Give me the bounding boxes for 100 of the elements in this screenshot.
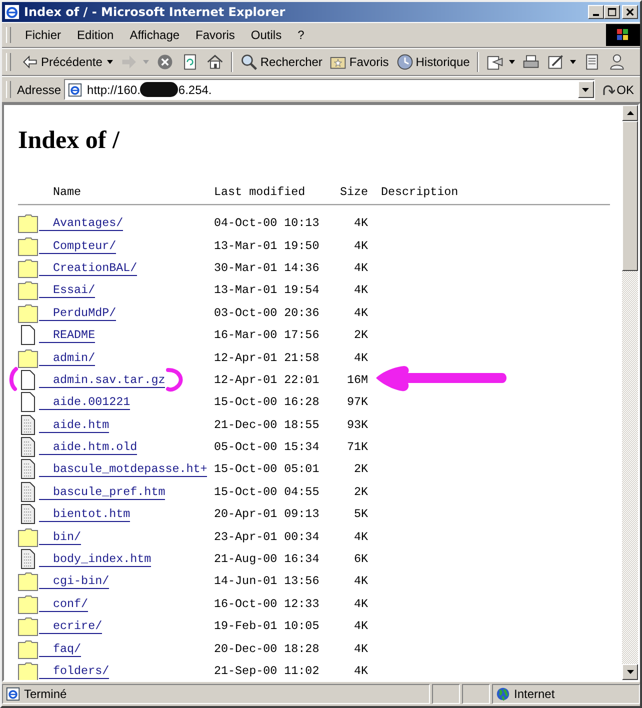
page-heading: Index of /: [18, 127, 121, 155]
file-link[interactable]: cgi-bin/: [39, 574, 110, 590]
modified-date: 03-Oct-00 20:36: [214, 306, 320, 320]
menu-item[interactable]: Fichier: [17, 28, 70, 42]
column-header: Name: [52, 185, 82, 199]
file-icon: [18, 370, 38, 390]
go-button[interactable]: OK: [594, 82, 640, 96]
file-link[interactable]: PerduMdP/: [39, 306, 116, 321]
file-size: 6K: [352, 552, 368, 566]
text-file-icon: [18, 549, 38, 570]
folder-icon: [18, 594, 38, 614]
file-size: 4K: [352, 619, 368, 634]
column-header: Description: [381, 185, 458, 199]
file-icon: [18, 325, 38, 346]
file-link[interactable]: Avantages/: [39, 216, 124, 232]
scroll-up-icon: [626, 111, 634, 115]
folder-icon: [18, 280, 38, 300]
file-link[interactable]: CreationBAL/: [39, 260, 138, 276]
edit-icon: [546, 53, 565, 71]
folder-icon: [18, 638, 38, 659]
file-size: 16M: [346, 372, 368, 387]
mail-icon: [486, 53, 504, 71]
modified-date: 21-Dec-00 18:55: [214, 418, 320, 432]
dropdown-button[interactable]: [578, 81, 594, 98]
file-size: 4K: [352, 530, 368, 544]
text-file-icon: [18, 482, 38, 502]
page-icon: [68, 82, 82, 96]
modified-date: 04-Oct-00 10:13: [214, 216, 320, 230]
modified-date: 20-Dec-00 18:28: [214, 642, 320, 656]
maximize-button[interactable]: [604, 5, 620, 19]
menu-item[interactable]: Favoris: [188, 28, 243, 42]
file-link[interactable]: aide.htm.old: [39, 440, 138, 456]
file-link[interactable]: Essai/: [39, 283, 96, 298]
file-link[interactable]: README: [39, 328, 96, 344]
file-size: 4K: [352, 574, 368, 588]
modified-date: 14-Jun-01 13:56: [214, 574, 320, 588]
browser-logo-icon: [4, 4, 20, 20]
file-link[interactable]: bascule_motdepasse.ht+: [39, 462, 208, 478]
caret-icon: [582, 88, 590, 92]
file-link[interactable]: aide.001221: [39, 395, 130, 410]
back-arrow-icon: [21, 53, 39, 71]
close-icon: [626, 8, 634, 16]
home-icon: [206, 53, 224, 71]
file-size: 4K: [352, 664, 368, 678]
modified-date: 12-Apr-01 22:01: [214, 372, 320, 387]
favorites-button[interactable]: Favoris: [326, 50, 392, 74]
file-link[interactable]: folders/: [39, 664, 110, 679]
file-link[interactable]: bascule_pref.htm: [39, 484, 166, 500]
file-size: 4K: [352, 350, 368, 365]
file-size: 4K: [352, 306, 368, 320]
menu-item[interactable]: Outils: [242, 28, 290, 42]
file-size: 4K: [352, 238, 368, 253]
caret-icon: [143, 60, 150, 64]
clock-icon: [396, 53, 414, 71]
menu-item[interactable]: ?: [290, 28, 312, 42]
folder-icon: [18, 348, 38, 368]
modified-date: 15-Oct-00 04:55: [214, 484, 320, 499]
address-label: Adresse: [17, 82, 62, 96]
file-size: 2K: [352, 328, 368, 342]
maximize-icon: [608, 8, 616, 16]
history-button[interactable]: Historique: [392, 50, 473, 74]
address-text: 6.254.: [178, 82, 212, 96]
folder-icon: [18, 302, 38, 323]
back-button[interactable]: Précédente: [18, 50, 116, 74]
folder-icon: [18, 236, 38, 256]
file-size: 4K: [352, 283, 368, 298]
close-button[interactable]: [622, 5, 638, 19]
file-size: 4K: [352, 596, 368, 611]
file-link[interactable]: Compteur/: [39, 238, 116, 254]
stop-icon: [156, 53, 174, 71]
search-button[interactable]: Rechercher: [237, 50, 326, 74]
file-icon: [18, 392, 38, 412]
address-field[interactable]: http://160. 6.254.: [64, 79, 595, 100]
file-link[interactable]: admin/: [39, 350, 96, 366]
file-link[interactable]: bin/: [39, 530, 82, 545]
file-size: 93K: [346, 418, 368, 432]
modified-date: 12-Apr-01 21:58: [214, 350, 320, 365]
menu-item[interactable]: Affichage: [122, 28, 188, 42]
file-size: 4K: [352, 642, 368, 656]
file-link[interactable]: bientot.htm: [39, 507, 130, 522]
file-link[interactable]: body_index.htm: [39, 552, 152, 568]
text-file-icon: [18, 414, 38, 435]
caret-icon: [107, 60, 114, 64]
vertical-scrollbar[interactable]: [622, 105, 638, 680]
file-link[interactable]: conf/: [39, 596, 88, 612]
file-link[interactable]: faq/: [39, 642, 82, 657]
modified-date: 16-Mar-00 17:56: [214, 328, 320, 342]
modified-date: 21-Sep-00 11:02: [214, 664, 320, 678]
menu-item[interactable]: Edition: [69, 28, 122, 42]
file-link[interactable]: aide.htm: [39, 418, 110, 433]
windows-logo-icon: [606, 24, 640, 46]
file-size: 5K: [352, 507, 368, 522]
minimize-button[interactable]: [588, 5, 604, 19]
zone-text: Internet: [514, 687, 555, 701]
file-link[interactable]: admin.sav.tar.gz: [39, 372, 166, 388]
file-size: 4K: [352, 216, 368, 230]
modified-date: 19-Feb-01 10:05: [214, 619, 320, 634]
file-link[interactable]: ecrire/: [39, 619, 102, 634]
printer-icon: [522, 53, 540, 71]
text-file-icon: [18, 459, 38, 480]
